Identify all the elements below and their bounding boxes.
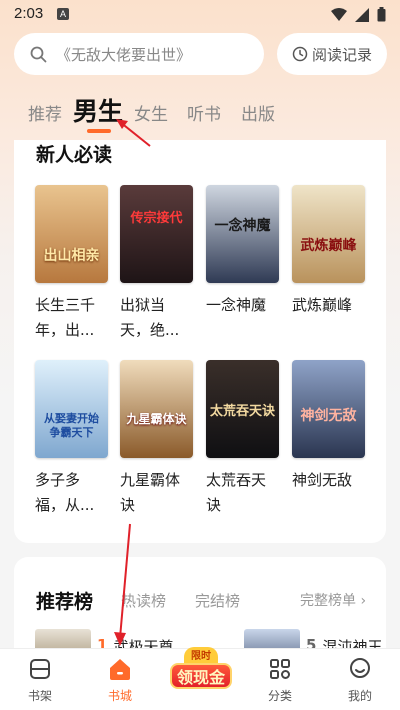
book-title-line: 多子多 (35, 471, 81, 489)
cash-reward-label: 领现金 (170, 663, 232, 689)
section-title: 新人必读 (36, 144, 113, 166)
book-item[interactable]: 太荒吞天诀 太荒吞天 诀 (206, 360, 279, 518)
reading-history-button[interactable]: 阅读记录 (277, 33, 387, 75)
book-title: 武炼巅峰 (292, 293, 365, 318)
book-title-line: 诀 (206, 496, 222, 514)
book-cover[interactable]: 传宗接代 (120, 185, 193, 283)
bottom-navigation: 书架 书城 限时 领现金 分类 我的 (0, 647, 400, 710)
full-ranking-label: 完整榜单 (300, 593, 356, 609)
book-title-line: 天，绝... (120, 321, 180, 339)
nav-profile[interactable]: 我的 (330, 657, 390, 704)
book-item[interactable]: 传宗接代 出狱当 天，绝... (120, 185, 193, 343)
tab-audiobook[interactable]: 听书 (187, 100, 221, 125)
book-item[interactable]: 武炼巅峰 武炼巅峰 (292, 185, 365, 318)
cover-title: 九星霸体诀 (126, 412, 187, 426)
annotation-arrow-icon (114, 523, 131, 646)
book-title-line: 长生三千 (35, 296, 96, 314)
signal-icon (355, 7, 369, 22)
book-item[interactable]: 出山相亲 长生三千 年，出... (35, 185, 108, 343)
book-title-line: 一念神魔 (206, 296, 267, 314)
active-tab-indicator (87, 129, 111, 133)
status-bar: 2:03 A (0, 0, 400, 28)
cover-title: 出山相亲 (43, 248, 100, 264)
chevron-right-icon: › (360, 593, 367, 609)
book-title-line: 诀 (120, 496, 136, 514)
reading-history-label: 阅读记录 (311, 45, 372, 64)
tab-completed[interactable]: 完结榜 (195, 590, 240, 611)
ranking-title: 推荐榜 (36, 591, 94, 613)
book-title-line: 出狱当 (120, 296, 166, 314)
new-reader-section: 新人必读 出山相亲 长生三千 年，出... 传宗接代 出狱当 天，绝... 一念… (14, 140, 386, 543)
book-title-line: 神剑无敌 (292, 471, 353, 489)
category-icon (270, 659, 290, 679)
book-title: 一念神魔 (206, 293, 279, 318)
category-tabs: 推荐 男生 女生 听书 出版 (0, 92, 400, 132)
book-item[interactable]: 神剑无敌 神剑无敌 (292, 360, 365, 493)
search-icon (30, 46, 47, 62)
search-placeholder: 《无敌大佬要出世》 (56, 45, 192, 64)
book-cover[interactable]: 太荒吞天诀 (206, 360, 279, 458)
book-item[interactable]: 九星霸体诀 九星霸体 诀 (120, 360, 193, 518)
book-cover[interactable]: 神剑无敌 (292, 360, 365, 458)
book-title-line: 年，出... (35, 321, 95, 339)
book-item[interactable]: 从娶妻开始争霸天下 多子多 福，从... (35, 360, 108, 518)
tab-publishing[interactable]: 出版 (241, 100, 275, 125)
book-cover[interactable]: 出山相亲 (35, 185, 108, 283)
profile-icon (350, 658, 370, 678)
book-title-line: 太荒吞天 (206, 471, 267, 489)
home-icon (110, 659, 130, 680)
book-cover[interactable]: 九星霸体诀 (120, 360, 193, 458)
annotation-arrow-icon (116, 119, 151, 147)
book-title: 长生三千 年，出... (35, 293, 108, 343)
nav-category[interactable]: 分类 (250, 657, 310, 704)
book-item[interactable]: 一念神魔 一念神魔 (206, 185, 279, 318)
full-ranking-link[interactable]: 完整榜单 › (300, 590, 366, 610)
status-icons (331, 7, 386, 22)
nav-label: 分类 (267, 689, 292, 703)
book-title: 太荒吞天 诀 (206, 468, 279, 518)
book-cover[interactable]: 从娶妻开始争霸天下 (35, 360, 108, 458)
nav-label: 书架 (27, 689, 52, 703)
cover-title: 传宗接代 (130, 211, 183, 226)
cover-title: 从娶妻开始争霸天下 (44, 412, 99, 439)
nav-cash-reward[interactable]: 限时 领现金 (170, 641, 232, 699)
nav-label: 书城 (107, 689, 132, 703)
cover-title: 神剑无敌 (300, 408, 357, 424)
nav-bookshelf[interactable]: 书架 (10, 657, 70, 704)
nav-label: 我的 (347, 689, 372, 703)
cover-title: 一念神魔 (214, 218, 271, 234)
search-input[interactable]: 《无敌大佬要出世》 (14, 33, 264, 75)
clock-icon (292, 46, 308, 62)
tab-recommend[interactable]: 推荐 (28, 100, 62, 125)
status-time: 2:03 (14, 5, 44, 22)
book-title: 出狱当 天，绝... (120, 293, 193, 343)
book-cover[interactable]: 一念神魔 (206, 185, 279, 283)
bookshelf-icon (30, 659, 50, 679)
cover-title: 武炼巅峰 (300, 238, 357, 254)
book-title-line: 九星霸体 (120, 471, 181, 489)
book-title: 九星霸体 诀 (120, 468, 193, 518)
notification-badge-icon: A (57, 8, 69, 20)
cover-title: 太荒吞天诀 (209, 404, 275, 419)
book-cover[interactable]: 武炼巅峰 (292, 185, 365, 283)
book-title-line: 福，从... (35, 496, 95, 514)
wifi-icon (331, 7, 347, 21)
nav-bookstore[interactable]: 书城 (90, 657, 150, 704)
book-title-line: 武炼巅峰 (292, 296, 353, 314)
book-title: 神剑无敌 (292, 468, 365, 493)
battery-icon (377, 7, 386, 22)
book-title: 多子多 福，从... (35, 468, 108, 518)
